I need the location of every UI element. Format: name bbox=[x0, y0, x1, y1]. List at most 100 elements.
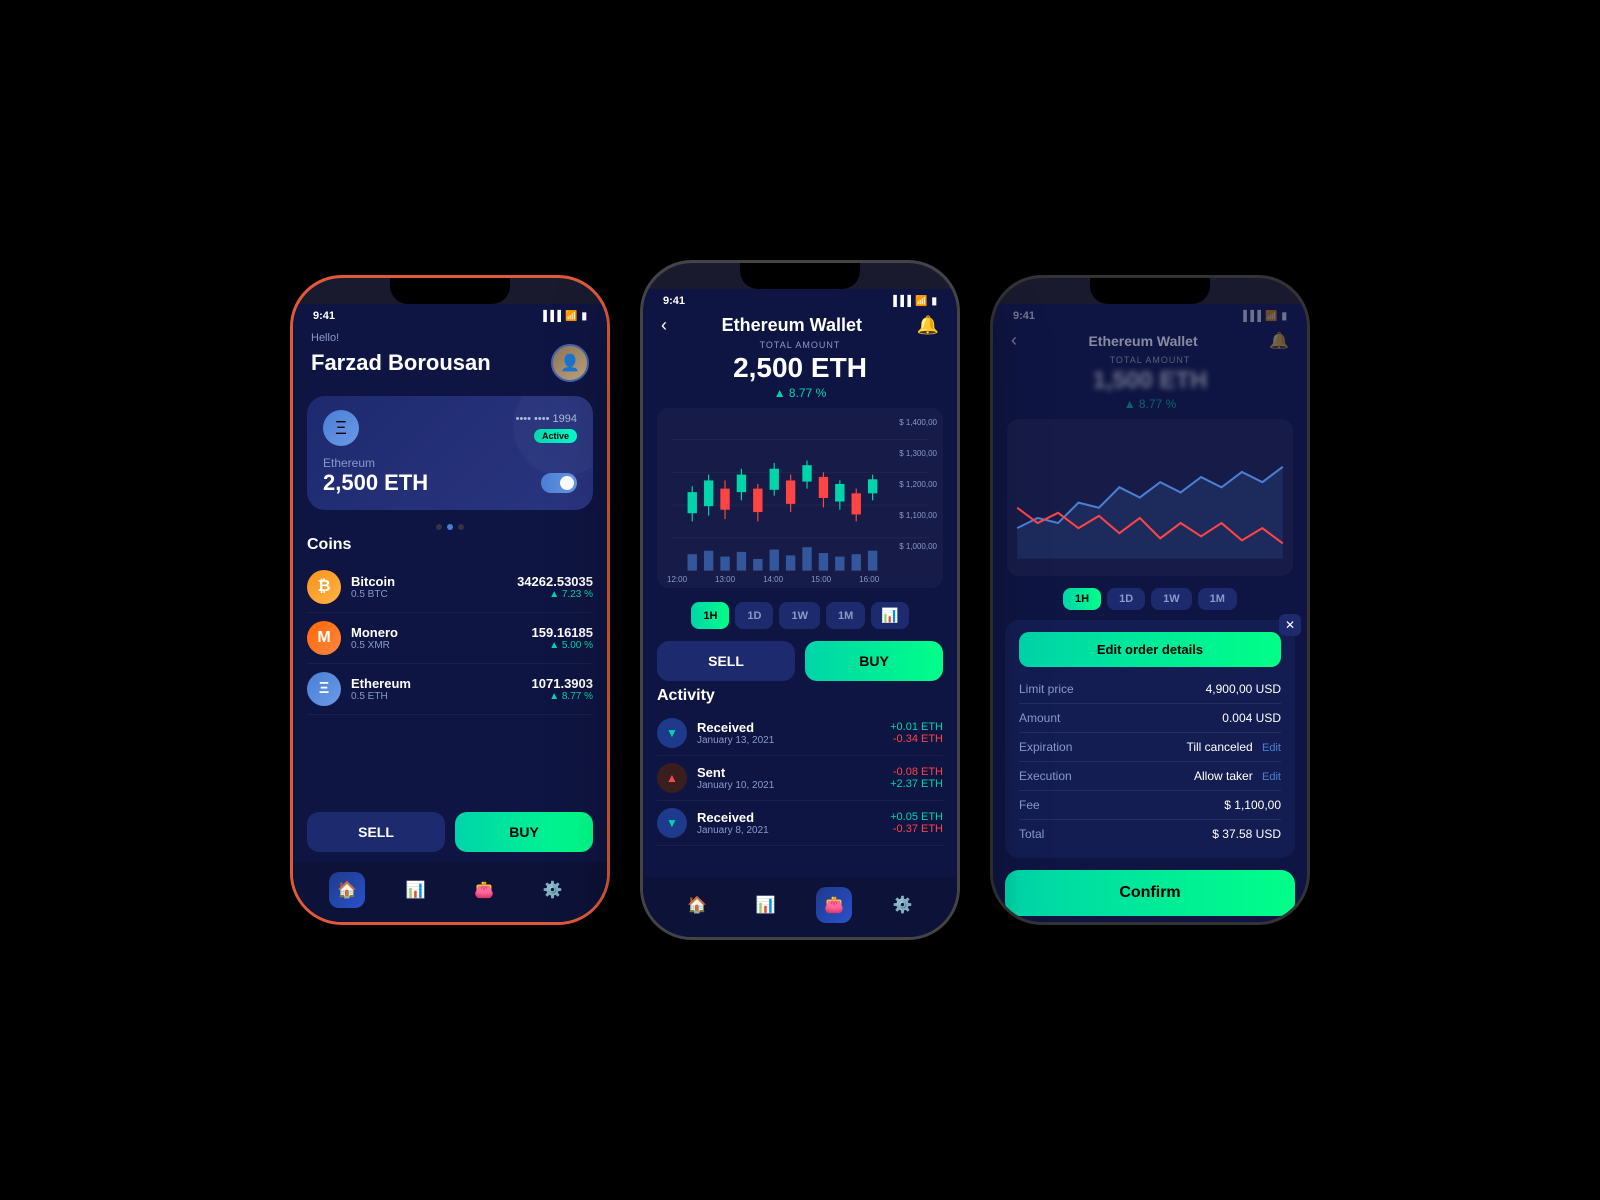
p3-change: ▲ 8.77 % bbox=[993, 397, 1307, 411]
coin-name-eth: Ethereum bbox=[351, 676, 522, 691]
p3-filter-1d[interactable]: 1D bbox=[1107, 588, 1145, 610]
battery-icon-2: ▮ bbox=[931, 296, 937, 307]
coin-row-xmr[interactable]: M Monero 0.5 XMR 159.16185 ▲ 5.00 % bbox=[307, 613, 593, 664]
phone-1: 9:41 ▐▐▐ 📶 ▮ Hello! Farzad Borousan 👤 Ξ bbox=[290, 275, 610, 925]
received-icon-2: ▼ bbox=[657, 808, 687, 838]
chart-icon: 📊 bbox=[398, 872, 434, 908]
coin-eth-icon: Ξ bbox=[307, 672, 341, 706]
coin-change-eth: ▲ 8.77 % bbox=[532, 691, 593, 702]
coin-row-btc[interactable]: ₿ Bitcoin 0.5 BTC 34262.53035 ▲ 7.23 % bbox=[307, 562, 593, 613]
activity-pos-2: -0.08 ETH bbox=[890, 766, 943, 778]
activity-neg-3: -0.37 ETH bbox=[890, 823, 943, 835]
activity-sent-1[interactable]: ▲ Sent January 10, 2021 -0.08 ETH +2.37 … bbox=[657, 756, 943, 801]
back-button[interactable]: ‹ bbox=[661, 315, 667, 336]
p3-filter-1h[interactable]: 1H bbox=[1063, 588, 1101, 610]
price-chart: $ 1,400,00 $ 1,300,00 $ 1,200,00 $ 1,100… bbox=[657, 408, 943, 588]
total-label-order: Total bbox=[1019, 827, 1044, 841]
activity-date-3: January 8, 2021 bbox=[697, 825, 880, 836]
p2-buy-button[interactable]: BUY bbox=[805, 641, 943, 681]
card-eth-amount: 2,500 ETH bbox=[323, 470, 428, 496]
activity-date-1: January 13, 2021 bbox=[697, 735, 880, 746]
activity-received-2[interactable]: ▼ Received January 8, 2021 +0.05 ETH -0.… bbox=[657, 801, 943, 846]
p2-change: ▲ 8.77 % bbox=[643, 386, 957, 400]
eth-card: Ξ •••• •••• 1994 Active Ethereum 2,500 E… bbox=[307, 396, 593, 510]
activity-type-1: Received bbox=[697, 720, 880, 735]
close-button[interactable]: ✕ bbox=[1279, 614, 1301, 636]
p3-time-filter-row: 1H 1D 1W 1M bbox=[1007, 588, 1293, 610]
activity-received-1[interactable]: ▼ Received January 13, 2021 +0.01 ETH -0… bbox=[657, 711, 943, 756]
eth-logo: Ξ bbox=[323, 410, 359, 446]
p2-action-buttons: SELL BUY bbox=[643, 635, 957, 687]
p1-nav: 🏠 📊 👛 ⚙️ bbox=[293, 862, 607, 922]
p2-topbar: ‹ Ethereum Wallet 🔔 bbox=[643, 309, 957, 340]
order-row-amount: Amount 0.004 USD bbox=[1019, 706, 1281, 730]
p2-nav-wallet[interactable]: 👛 bbox=[816, 887, 852, 923]
filter-1d[interactable]: 1D bbox=[735, 602, 773, 629]
coin-row-eth[interactable]: Ξ Ethereum 0.5 ETH 1071.3903 ▲ 8.77 % bbox=[307, 664, 593, 715]
expiration-edit-btn[interactable]: Edit bbox=[1262, 742, 1281, 754]
bell-icon[interactable]: 🔔 bbox=[917, 315, 939, 336]
coin-value-xmr: 159.16185 ▲ 5.00 % bbox=[532, 625, 593, 651]
activity-info-2: Sent January 10, 2021 bbox=[697, 765, 880, 791]
status-icons-3: ▐▐▐ 📶 ▮ bbox=[1240, 311, 1287, 322]
nav-settings[interactable]: ⚙️ bbox=[535, 872, 571, 908]
expiration-label: Expiration bbox=[1019, 740, 1072, 754]
p3-filter-1w[interactable]: 1W bbox=[1151, 588, 1192, 610]
p2-sell-button[interactable]: SELL bbox=[657, 641, 795, 681]
execution-value: Allow taker Edit bbox=[1194, 769, 1281, 783]
expiration-value: Till canceled Edit bbox=[1186, 740, 1281, 754]
filter-chart[interactable]: 📊 bbox=[871, 602, 908, 629]
status-icons-2: ▐▐▐ 📶 ▮ bbox=[890, 296, 937, 307]
p2-title: Ethereum Wallet bbox=[722, 315, 862, 336]
p3-chart-svg bbox=[1007, 419, 1293, 576]
chart-y-labels: $ 1,400,00 $ 1,300,00 $ 1,200,00 $ 1,100… bbox=[899, 418, 937, 551]
filter-1m[interactable]: 1M bbox=[826, 602, 865, 629]
activity-pos-1: +0.01 ETH bbox=[890, 721, 943, 733]
dot-1 bbox=[436, 524, 442, 530]
p2-chart-icon: 📊 bbox=[748, 887, 784, 923]
p2-wallet-icon: 👛 bbox=[816, 887, 852, 923]
execution-label: Execution bbox=[1019, 769, 1072, 783]
signal-icon: ▐▐▐ bbox=[540, 311, 561, 322]
p1-buy-button[interactable]: BUY bbox=[455, 812, 593, 852]
filter-1h[interactable]: 1H bbox=[691, 602, 729, 629]
avatar[interactable]: 👤 bbox=[551, 344, 589, 382]
signal-icon-2: ▐▐▐ bbox=[890, 296, 911, 307]
toggle-switch[interactable] bbox=[541, 473, 577, 493]
phone-2: 9:41 ▐▐▐ 📶 ▮ ‹ Ethereum Wallet 🔔 TOTAL A… bbox=[640, 260, 960, 940]
order-row-limit: Limit price 4,900,00 USD bbox=[1019, 677, 1281, 701]
activity-amounts-1: +0.01 ETH -0.34 ETH bbox=[890, 721, 943, 745]
activity-pos-3: +0.05 ETH bbox=[890, 811, 943, 823]
p2-nav-home[interactable]: 🏠 bbox=[679, 887, 715, 923]
p2-nav-settings[interactable]: ⚙️ bbox=[885, 887, 921, 923]
wifi-icon-2: 📶 bbox=[915, 296, 927, 307]
screen-3: 9:41 ▐▐▐ 📶 ▮ ‹ Ethereum Wallet 🔔 TOTAL A… bbox=[993, 304, 1307, 922]
filter-1w[interactable]: 1W bbox=[779, 602, 820, 629]
p2-home-icon: 🏠 bbox=[679, 887, 715, 923]
p3-filter-1m[interactable]: 1M bbox=[1198, 588, 1237, 610]
notch-1 bbox=[390, 278, 510, 304]
p3-total-amount: 1,500 ETH bbox=[993, 367, 1307, 395]
nav-home[interactable]: 🏠 bbox=[329, 872, 365, 908]
coin-name-btc: Bitcoin bbox=[351, 574, 507, 589]
activity-section: Activity ▼ Received January 13, 2021 +0.… bbox=[643, 687, 957, 877]
status-bar-1: 9:41 ▐▐▐ 📶 ▮ bbox=[293, 304, 607, 324]
confirm-button[interactable]: Confirm bbox=[1005, 870, 1295, 916]
nav-chart[interactable]: 📊 bbox=[398, 872, 434, 908]
coins-section: Coins ₿ Bitcoin 0.5 BTC 34262.53035 ▲ 7.… bbox=[293, 536, 607, 802]
order-row-execution: Execution Allow taker Edit bbox=[1019, 764, 1281, 788]
coin-value-btc: 34262.53035 ▲ 7.23 % bbox=[517, 574, 593, 600]
nav-wallet[interactable]: 👛 bbox=[466, 872, 502, 908]
edit-order-button[interactable]: Edit order details bbox=[1019, 632, 1281, 667]
p1-sell-button[interactable]: SELL bbox=[307, 812, 445, 852]
p2-nav: 🏠 📊 👛 ⚙️ bbox=[643, 877, 957, 937]
execution-edit-btn[interactable]: Edit bbox=[1262, 771, 1281, 783]
p1-action-buttons: SELL BUY bbox=[293, 802, 607, 862]
sent-icon-1: ▲ bbox=[657, 763, 687, 793]
p2-settings-icon: ⚙️ bbox=[885, 887, 921, 923]
coin-change-btc: ▲ 7.23 % bbox=[517, 589, 593, 600]
activity-info-3: Received January 8, 2021 bbox=[697, 810, 880, 836]
notch-3 bbox=[1090, 278, 1210, 304]
p2-nav-chart[interactable]: 📊 bbox=[748, 887, 784, 923]
activity-neg-1: -0.34 ETH bbox=[890, 733, 943, 745]
